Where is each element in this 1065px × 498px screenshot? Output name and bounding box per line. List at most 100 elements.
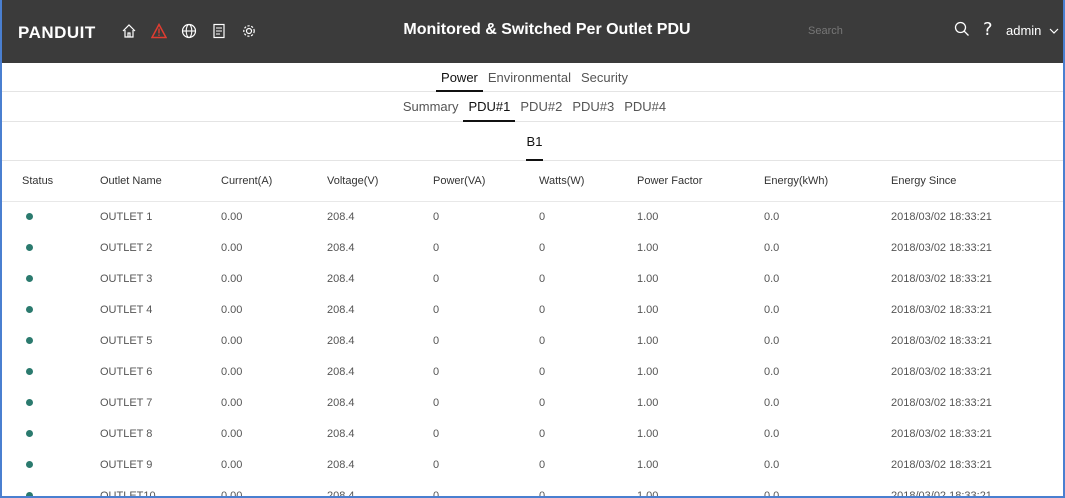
tab-pdu1[interactable]: PDU#1 bbox=[463, 92, 516, 122]
col-voltage: Voltage(V) bbox=[327, 161, 433, 202]
table-row[interactable]: OUTLET 8 0.00 208.4 0 0 1.00 0.0 2018/03/02 18:… bbox=[2, 418, 1063, 449]
tab-pdu3[interactable]: PDU#3 bbox=[567, 92, 619, 121]
power-value: 0 bbox=[433, 427, 440, 440]
outlet-table: Status Outlet Name Current(A) Voltage(V)… bbox=[2, 161, 1063, 498]
status-dot bbox=[26, 274, 33, 282]
table-row[interactable]: OUTLET 2 0.00 208.4 0 0 1.00 0.0 2018/03/02 18:… bbox=[2, 232, 1063, 263]
table-row[interactable]: OUTLET 7 0.00 208.4 0 0 1.00 0.0 2018/03/02 18:… bbox=[2, 387, 1063, 418]
power-value: 0 bbox=[433, 272, 440, 285]
outlet-name: OUTLET 2 bbox=[100, 241, 153, 254]
tab-pdu4[interactable]: PDU#4 bbox=[619, 92, 671, 121]
outlet-name: OUTLET 1 bbox=[100, 210, 153, 223]
table-body: OUTLET 1 0.00 208.4 0 0 1.00 0.0 2018/03/02 18:… bbox=[2, 201, 1063, 498]
status-dot bbox=[26, 398, 33, 406]
search-icon[interactable] bbox=[953, 20, 973, 40]
status-dot bbox=[26, 491, 33, 496]
energy-since-value: 2018/03/02 18:33:21 bbox=[891, 272, 992, 285]
current-value: 0.00 bbox=[221, 458, 243, 471]
outlet-name: OUTLET 9 bbox=[100, 458, 153, 471]
energy-value: 0.0 bbox=[764, 396, 780, 409]
voltage-value: 208.4 bbox=[327, 210, 355, 223]
energy-value: 0.0 bbox=[764, 210, 780, 223]
status-cell bbox=[2, 201, 100, 232]
tab-b1[interactable]: B1 bbox=[524, 122, 546, 161]
watts-value: 0 bbox=[539, 241, 546, 254]
current-value: 0.00 bbox=[221, 427, 243, 440]
table-row[interactable]: OUTLET 4 0.00 208.4 0 0 1.00 0.0 2018/03/02 18:… bbox=[2, 294, 1063, 325]
power-value: 0 bbox=[433, 365, 440, 378]
energy-value: 0.0 bbox=[764, 241, 780, 254]
energy-since-value: 2018/03/02 18:33:21 bbox=[891, 458, 992, 471]
energy-since-value: 2018/03/02 18:33:21 bbox=[891, 365, 992, 378]
username: admin bbox=[1006, 23, 1042, 38]
tab-pdu2[interactable]: PDU#2 bbox=[515, 92, 567, 121]
energy-value: 0.0 bbox=[764, 458, 780, 471]
table-row[interactable]: OUTLET 1 0.00 208.4 0 0 1.00 0.0 2018/03/02 18:… bbox=[2, 201, 1063, 232]
status-cell bbox=[2, 232, 100, 263]
page-title: Monitored & Switched Per Outlet PDU bbox=[403, 21, 691, 38]
power-factor-value: 1.00 bbox=[637, 272, 659, 285]
log-icon[interactable] bbox=[209, 21, 229, 41]
current-value: 0.00 bbox=[221, 365, 243, 378]
power-factor-value: 1.00 bbox=[637, 210, 659, 223]
status-dot bbox=[26, 305, 33, 313]
tab-environmental[interactable]: Environmental bbox=[483, 63, 576, 91]
globe-icon[interactable] bbox=[179, 21, 199, 41]
watts-value: 0 bbox=[539, 396, 546, 409]
col-power-factor: Power Factor bbox=[637, 161, 764, 202]
power-value: 0 bbox=[433, 241, 440, 254]
energy-value: 0.0 bbox=[764, 334, 780, 347]
status-cell bbox=[2, 356, 100, 387]
status-cell bbox=[2, 418, 100, 449]
col-outlet-name: Outlet Name bbox=[100, 161, 221, 202]
status-dot bbox=[26, 460, 33, 468]
tab-power[interactable]: Power bbox=[436, 63, 483, 92]
table-row[interactable]: OUTLET10 0.00 208.4 0 0 1.00 0.0 2018/03/02 18:… bbox=[2, 480, 1063, 498]
power-factor-value: 1.00 bbox=[637, 303, 659, 316]
power-factor-value: 1.00 bbox=[637, 489, 659, 498]
outlet-name: OUTLET 6 bbox=[100, 365, 153, 378]
table-header-row: Status Outlet Name Current(A) Voltage(V)… bbox=[2, 161, 1063, 202]
status-cell bbox=[2, 387, 100, 418]
tab-summary[interactable]: Summary bbox=[398, 92, 464, 121]
power-factor-value: 1.00 bbox=[637, 365, 659, 378]
power-factor-value: 1.00 bbox=[637, 458, 659, 471]
table-row[interactable]: OUTLET 6 0.00 208.4 0 0 1.00 0.0 2018/03/02 18:… bbox=[2, 356, 1063, 387]
user-menu[interactable]: admin bbox=[1006, 23, 1059, 38]
outlet-name: OUTLET 3 bbox=[100, 272, 153, 285]
voltage-value: 208.4 bbox=[327, 427, 355, 440]
power-value: 0 bbox=[433, 396, 440, 409]
home-icon[interactable] bbox=[119, 21, 139, 41]
table-row[interactable]: OUTLET 9 0.00 208.4 0 0 1.00 0.0 2018/03/02 18:… bbox=[2, 449, 1063, 480]
table-row[interactable]: OUTLET 3 0.00 208.4 0 0 1.00 0.0 2018/03/02 18:… bbox=[2, 263, 1063, 294]
status-dot bbox=[26, 367, 33, 375]
voltage-value: 208.4 bbox=[327, 272, 355, 285]
search-input[interactable] bbox=[800, 18, 940, 44]
energy-since-value: 2018/03/02 18:33:21 bbox=[891, 303, 992, 316]
help-icon[interactable]: ? bbox=[983, 19, 993, 40]
power-value: 0 bbox=[433, 489, 440, 498]
tab-security[interactable]: Security bbox=[576, 63, 633, 91]
watts-value: 0 bbox=[539, 365, 546, 378]
power-value: 0 bbox=[433, 303, 440, 316]
table-row[interactable]: OUTLET 5 0.00 208.4 0 0 1.00 0.0 2018/03/02 18:… bbox=[2, 325, 1063, 356]
energy-value: 0.0 bbox=[764, 489, 780, 498]
settings-icon[interactable] bbox=[239, 21, 259, 41]
current-value: 0.00 bbox=[221, 272, 243, 285]
col-status: Status bbox=[2, 161, 100, 202]
col-current: Current(A) bbox=[221, 161, 327, 202]
status-dot bbox=[26, 336, 33, 344]
energy-since-value: 2018/03/02 18:33:21 bbox=[891, 427, 992, 440]
current-value: 0.00 bbox=[221, 303, 243, 316]
energy-since-value: 2018/03/02 18:33:21 bbox=[891, 396, 992, 409]
watts-value: 0 bbox=[539, 458, 546, 471]
power-factor-value: 1.00 bbox=[637, 241, 659, 254]
current-value: 0.00 bbox=[221, 241, 243, 254]
pdu-tab-bar: Summary PDU#1 PDU#2 PDU#3 PDU#4 bbox=[2, 92, 1063, 122]
energy-value: 0.0 bbox=[764, 427, 780, 440]
voltage-value: 208.4 bbox=[327, 241, 355, 254]
panduit-logo[interactable]: PANDUIT bbox=[18, 23, 96, 43]
alert-icon[interactable] bbox=[149, 21, 169, 41]
outlet-name: OUTLET 8 bbox=[100, 427, 153, 440]
status-cell bbox=[2, 325, 100, 356]
